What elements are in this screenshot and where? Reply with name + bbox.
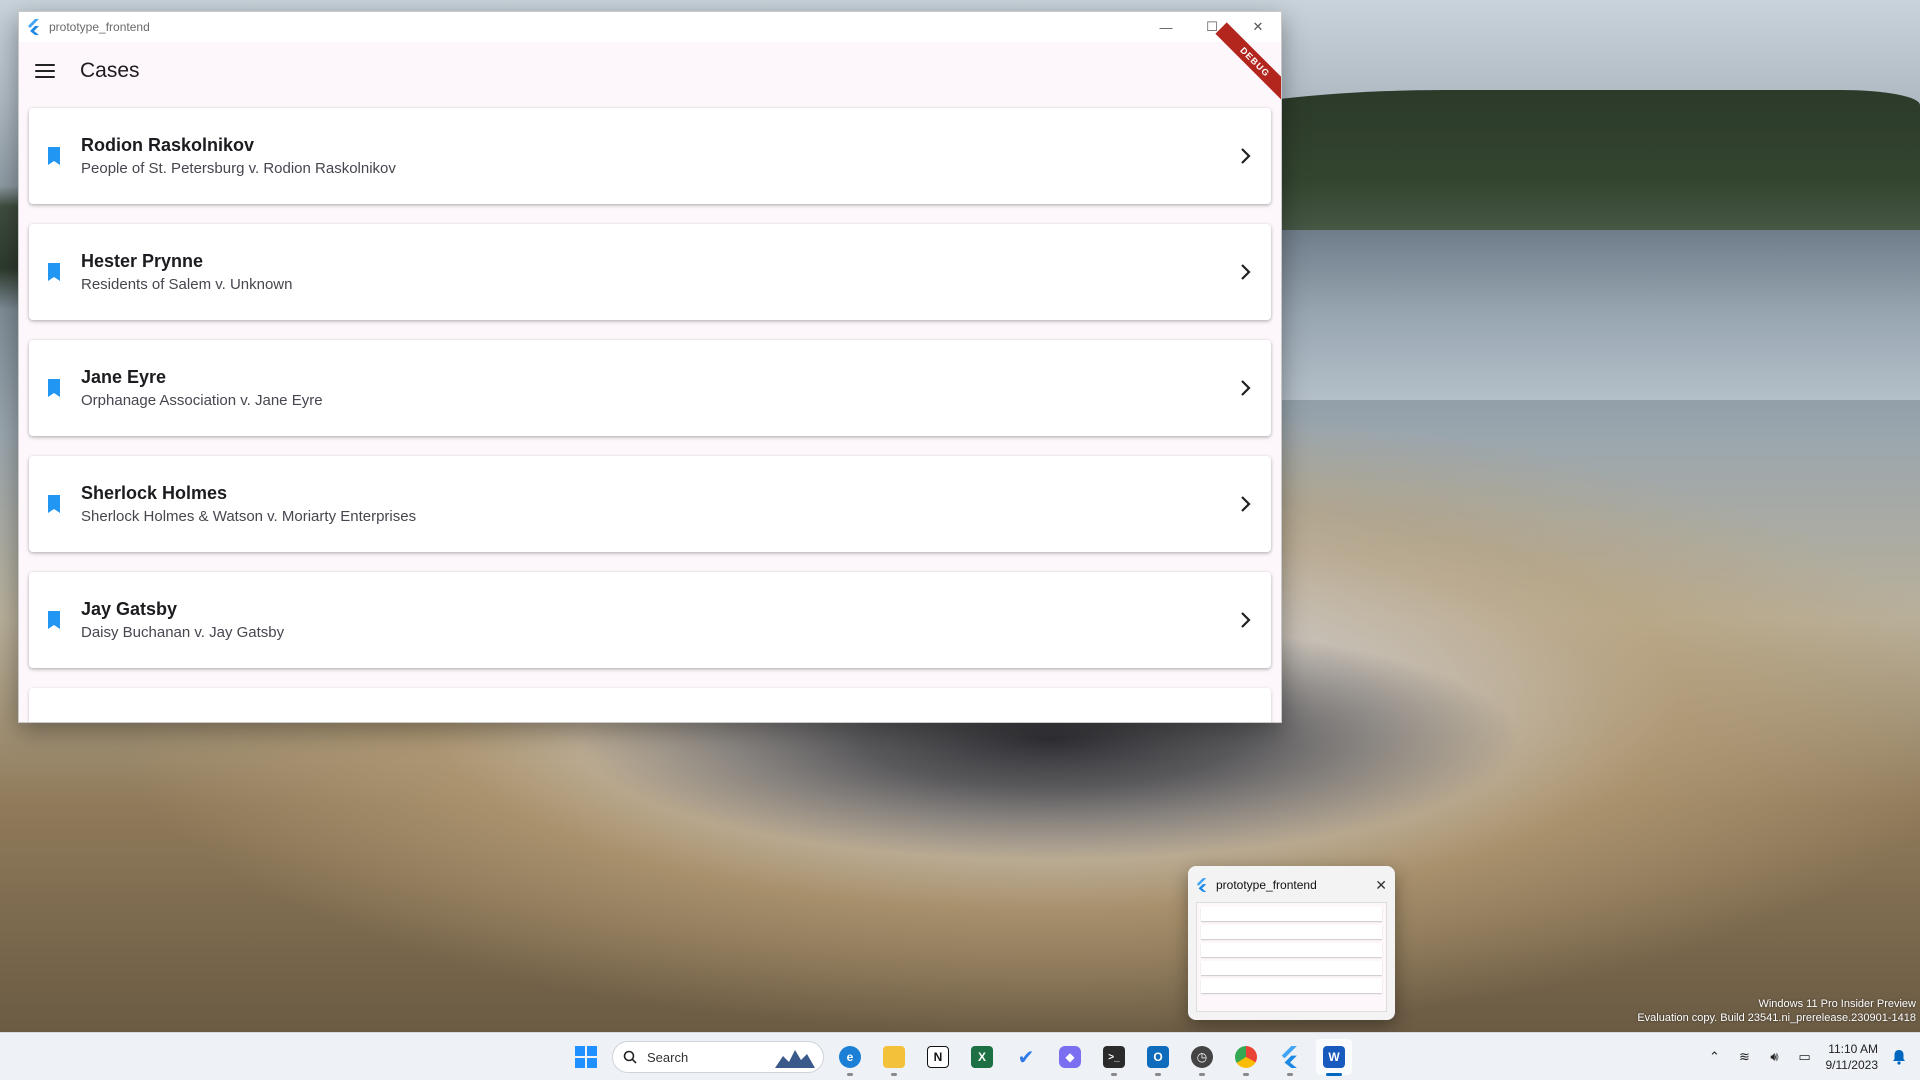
volume-icon[interactable]: 🔊︎: [1766, 1048, 1784, 1066]
watermark-line-2: Evaluation copy. Build 23541.ni_prerelea…: [1637, 1012, 1916, 1024]
todo-icon[interactable]: ✔: [1008, 1039, 1044, 1075]
thumb-row: [1201, 979, 1382, 993]
windows-watermark: Windows 11 Pro Insider Preview Evaluatio…: [1637, 997, 1916, 1025]
case-subtitle: Daisy Buchanan v. Jay Gatsby: [81, 624, 285, 641]
chevron-up-icon[interactable]: ⌃: [1706, 1048, 1724, 1066]
terminal-icon[interactable]: >_: [1096, 1039, 1132, 1076]
bookmark-icon: [48, 611, 60, 629]
notion-icon[interactable]: N: [920, 1039, 956, 1075]
notification-bell-icon[interactable]: [1890, 1048, 1908, 1066]
clock-app-icon[interactable]: ◷: [1184, 1039, 1220, 1076]
wallpaper-lake: [1280, 230, 1920, 400]
case-subtitle: Sherlock Holmes & Watson v. Moriarty Ent…: [81, 508, 417, 525]
chevron-right-icon: [1241, 612, 1251, 628]
windows-logo-icon: [575, 1046, 597, 1068]
case-card[interactable]: Sherlock Holmes Sherlock Holmes & Watson…: [29, 456, 1271, 552]
case-subtitle: Residents of Salem v. Unknown: [81, 276, 293, 293]
bookmark-icon: [48, 263, 60, 281]
window-title: prototype_frontend: [49, 20, 150, 34]
case-card-partial[interactable]: [29, 688, 1271, 722]
case-name: Sherlock Holmes: [81, 483, 228, 503]
chevron-right-icon: [1241, 380, 1251, 396]
taskbar-preview[interactable]: prototype_frontend ✕: [1188, 866, 1395, 1020]
excel-icon[interactable]: X: [964, 1039, 1000, 1075]
window-titlebar[interactable]: prototype_frontend — ☐ ✕: [19, 12, 1281, 42]
case-card[interactable]: Rodion Raskolnikov People of St. Petersb…: [29, 108, 1271, 204]
outlook-icon[interactable]: O: [1140, 1039, 1176, 1076]
flutter-app-icon[interactable]: [1272, 1039, 1308, 1076]
start-button[interactable]: [568, 1039, 604, 1075]
taskbar-apps: Search e N X ✔ ◆ >_ O ◷ W: [568, 1039, 1352, 1076]
taskbar: Search e N X ✔ ◆ >_ O ◷ W ⌃ ≋ 🔊︎ ▭ 11:10…: [0, 1032, 1920, 1080]
search-icon: [623, 1050, 637, 1064]
app-window: prototype_frontend — ☐ ✕ Cases DEBUG Rod…: [18, 11, 1282, 723]
thumb-row: [1201, 925, 1382, 939]
edge-beta-icon[interactable]: e: [832, 1039, 868, 1076]
chevron-right-icon: [1241, 264, 1251, 280]
preview-thumbnail[interactable]: [1196, 902, 1387, 1012]
thumb-row: [1201, 943, 1382, 957]
word-icon[interactable]: W: [1316, 1039, 1352, 1076]
case-subtitle: Orphanage Association v. Jane Eyre: [81, 392, 323, 409]
bookmark-icon: [48, 147, 60, 165]
chevron-right-icon: [1241, 496, 1251, 512]
battery-icon[interactable]: ▭: [1796, 1048, 1814, 1066]
wifi-icon[interactable]: ≋: [1736, 1048, 1754, 1066]
watermark-line-1: Windows 11 Pro Insider Preview: [1758, 998, 1916, 1010]
case-subtitle: People of St. Petersburg v. Rodion Rasko…: [81, 160, 396, 177]
clock[interactable]: 11:10 AM 9/11/2023: [1826, 1041, 1879, 1073]
thumb-row: [1201, 907, 1382, 921]
search-placeholder: Search: [647, 1049, 689, 1065]
case-list: Rodion Raskolnikov People of St. Petersb…: [19, 108, 1281, 722]
file-explorer-icon[interactable]: [876, 1039, 912, 1076]
taskbar-search[interactable]: Search: [612, 1041, 824, 1073]
case-card[interactable]: Jay Gatsby Daisy Buchanan v. Jay Gatsby: [29, 572, 1271, 668]
bookmark-icon: [48, 379, 60, 397]
chrome-icon[interactable]: [1228, 1039, 1264, 1076]
system-tray: ⌃ ≋ 🔊︎ ▭ 11:10 AM 9/11/2023: [1706, 1033, 1909, 1080]
minimize-button[interactable]: —: [1143, 12, 1189, 42]
flutter-logo-icon: [1196, 878, 1207, 892]
clock-time: 11:10 AM: [1828, 1042, 1878, 1056]
chevron-right-icon: [1241, 148, 1251, 164]
case-name: Jay Gatsby: [81, 599, 178, 619]
thumb-row: [1201, 961, 1382, 975]
copilot-icon[interactable]: ◆: [1052, 1039, 1088, 1075]
bookmark-icon: [48, 495, 60, 513]
case-name: Rodion Raskolnikov: [81, 135, 255, 155]
app-bar: Cases DEBUG: [19, 22, 1281, 102]
preview-close-button[interactable]: ✕: [1375, 877, 1387, 894]
preview-title: prototype_frontend: [1216, 878, 1317, 892]
case-card[interactable]: Jane Eyre Orphanage Association v. Jane …: [29, 340, 1271, 436]
flutter-logo-icon: [28, 19, 39, 35]
case-card[interactable]: Hester Prynne Residents of Salem v. Unkn…: [29, 224, 1271, 320]
clock-date: 9/11/2023: [1825, 1058, 1879, 1072]
search-highlight-icon: [775, 1050, 815, 1068]
case-name: Hester Prynne: [81, 251, 204, 271]
case-name: Jane Eyre: [81, 367, 167, 387]
flutter-logo-icon: [1281, 1046, 1297, 1068]
menu-icon[interactable]: [35, 64, 55, 78]
page-title: Cases: [80, 59, 140, 82]
